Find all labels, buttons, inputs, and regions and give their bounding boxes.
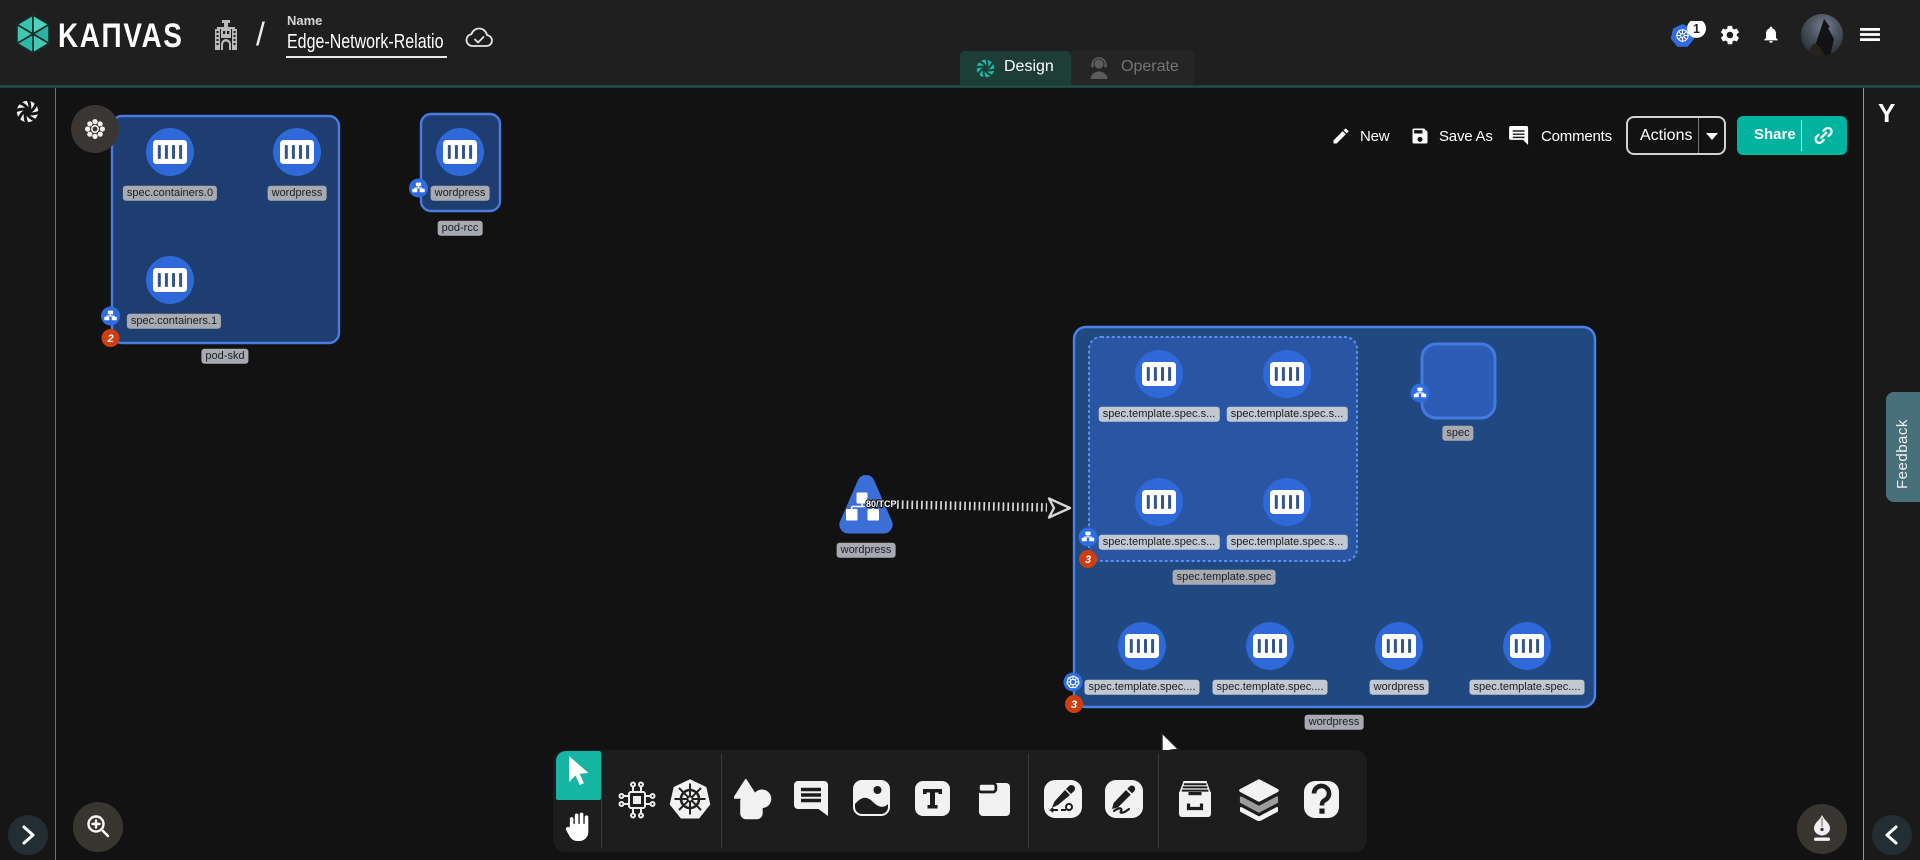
svg-text:3: 3 <box>1085 554 1091 566</box>
svg-text:2: 2 <box>106 333 113 345</box>
svg-text:3: 3 <box>1071 699 1077 711</box>
svg-text:80/TCP: 80/TCP <box>866 499 897 509</box>
